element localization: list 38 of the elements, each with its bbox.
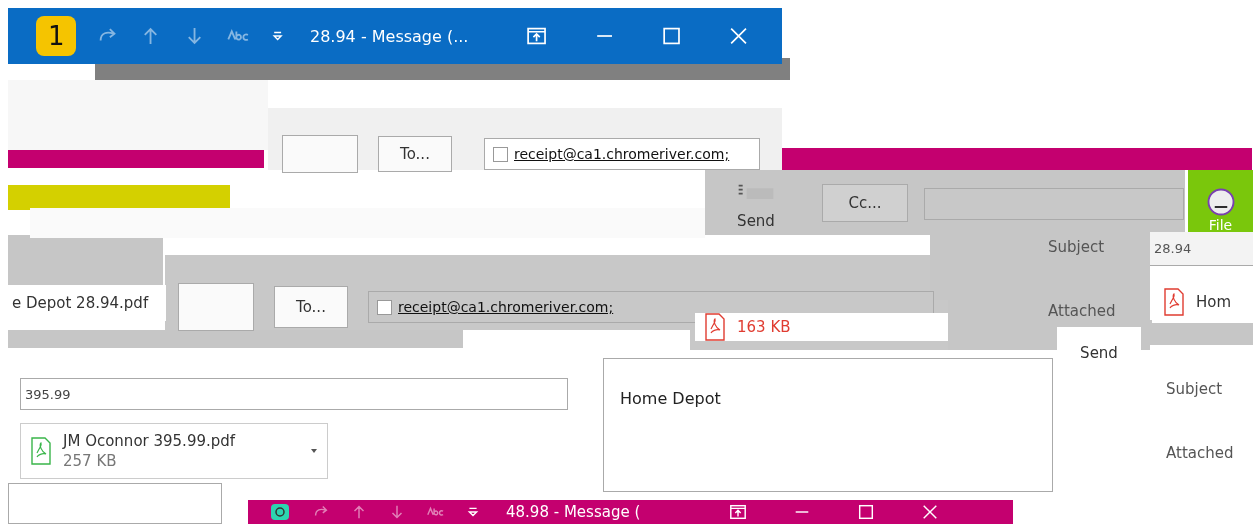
pdf-file-icon (1162, 287, 1186, 317)
ribbon-display-icon[interactable] (729, 503, 747, 521)
checkbox-icon (493, 146, 508, 162)
subject-field[interactable]: 395.99 (20, 378, 568, 410)
to-field[interactable]: receipt@ca1.chromeriver.com; (484, 138, 760, 170)
avatar-icon (1205, 187, 1236, 217)
attachment-card[interactable]: JM Oconnor 395.99.pdf 257 KB (20, 423, 328, 479)
window-title: 48.98 - Message ( (506, 503, 642, 521)
attachment-size: 257 KB (63, 452, 118, 470)
message-body[interactable]: Home Depot (603, 358, 1053, 492)
email-address-link[interactable]: receipt@ca1.chromeriver.com; (398, 299, 614, 315)
subject-label: Subject (1166, 380, 1223, 398)
pdf-file-icon (703, 312, 727, 342)
window-title: 28.94 - Message (... (310, 26, 470, 46)
subject-label: Subject (1048, 238, 1105, 256)
attachment-name: Hom (1196, 293, 1232, 311)
to-button[interactable]: To... (378, 136, 452, 172)
attachment-card[interactable]: 163 KB (695, 313, 948, 341)
subject-field[interactable]: 28.94 (1150, 232, 1253, 266)
app-badge: 1 (36, 16, 77, 56)
ribbon-display-icon[interactable] (526, 25, 548, 47)
attachment-name: JM Oconnor 395.99.pdf (63, 432, 236, 450)
checkbox-icon (377, 299, 392, 315)
app-icon[interactable] (268, 502, 292, 522)
body-text: Home Depot (620, 389, 721, 408)
email-address-link[interactable]: receipt@ca1.chromeriver.com; (514, 146, 730, 162)
pdf-file-icon (29, 436, 53, 466)
attachment-name: e Depot 28.94.pdf (12, 294, 149, 312)
attached-label: Attached (1048, 302, 1116, 320)
from-button[interactable] (282, 135, 358, 173)
to-button[interactable]: To... (274, 286, 348, 328)
cc-button[interactable]: Cc... (822, 184, 908, 222)
attached-label: Attached (1166, 444, 1234, 462)
close-icon[interactable] (921, 503, 939, 521)
from-button[interactable] (178, 283, 254, 331)
maximize-icon[interactable] (857, 503, 875, 521)
maximize-icon[interactable] (660, 25, 682, 47)
cc-field[interactable] (924, 188, 1184, 220)
